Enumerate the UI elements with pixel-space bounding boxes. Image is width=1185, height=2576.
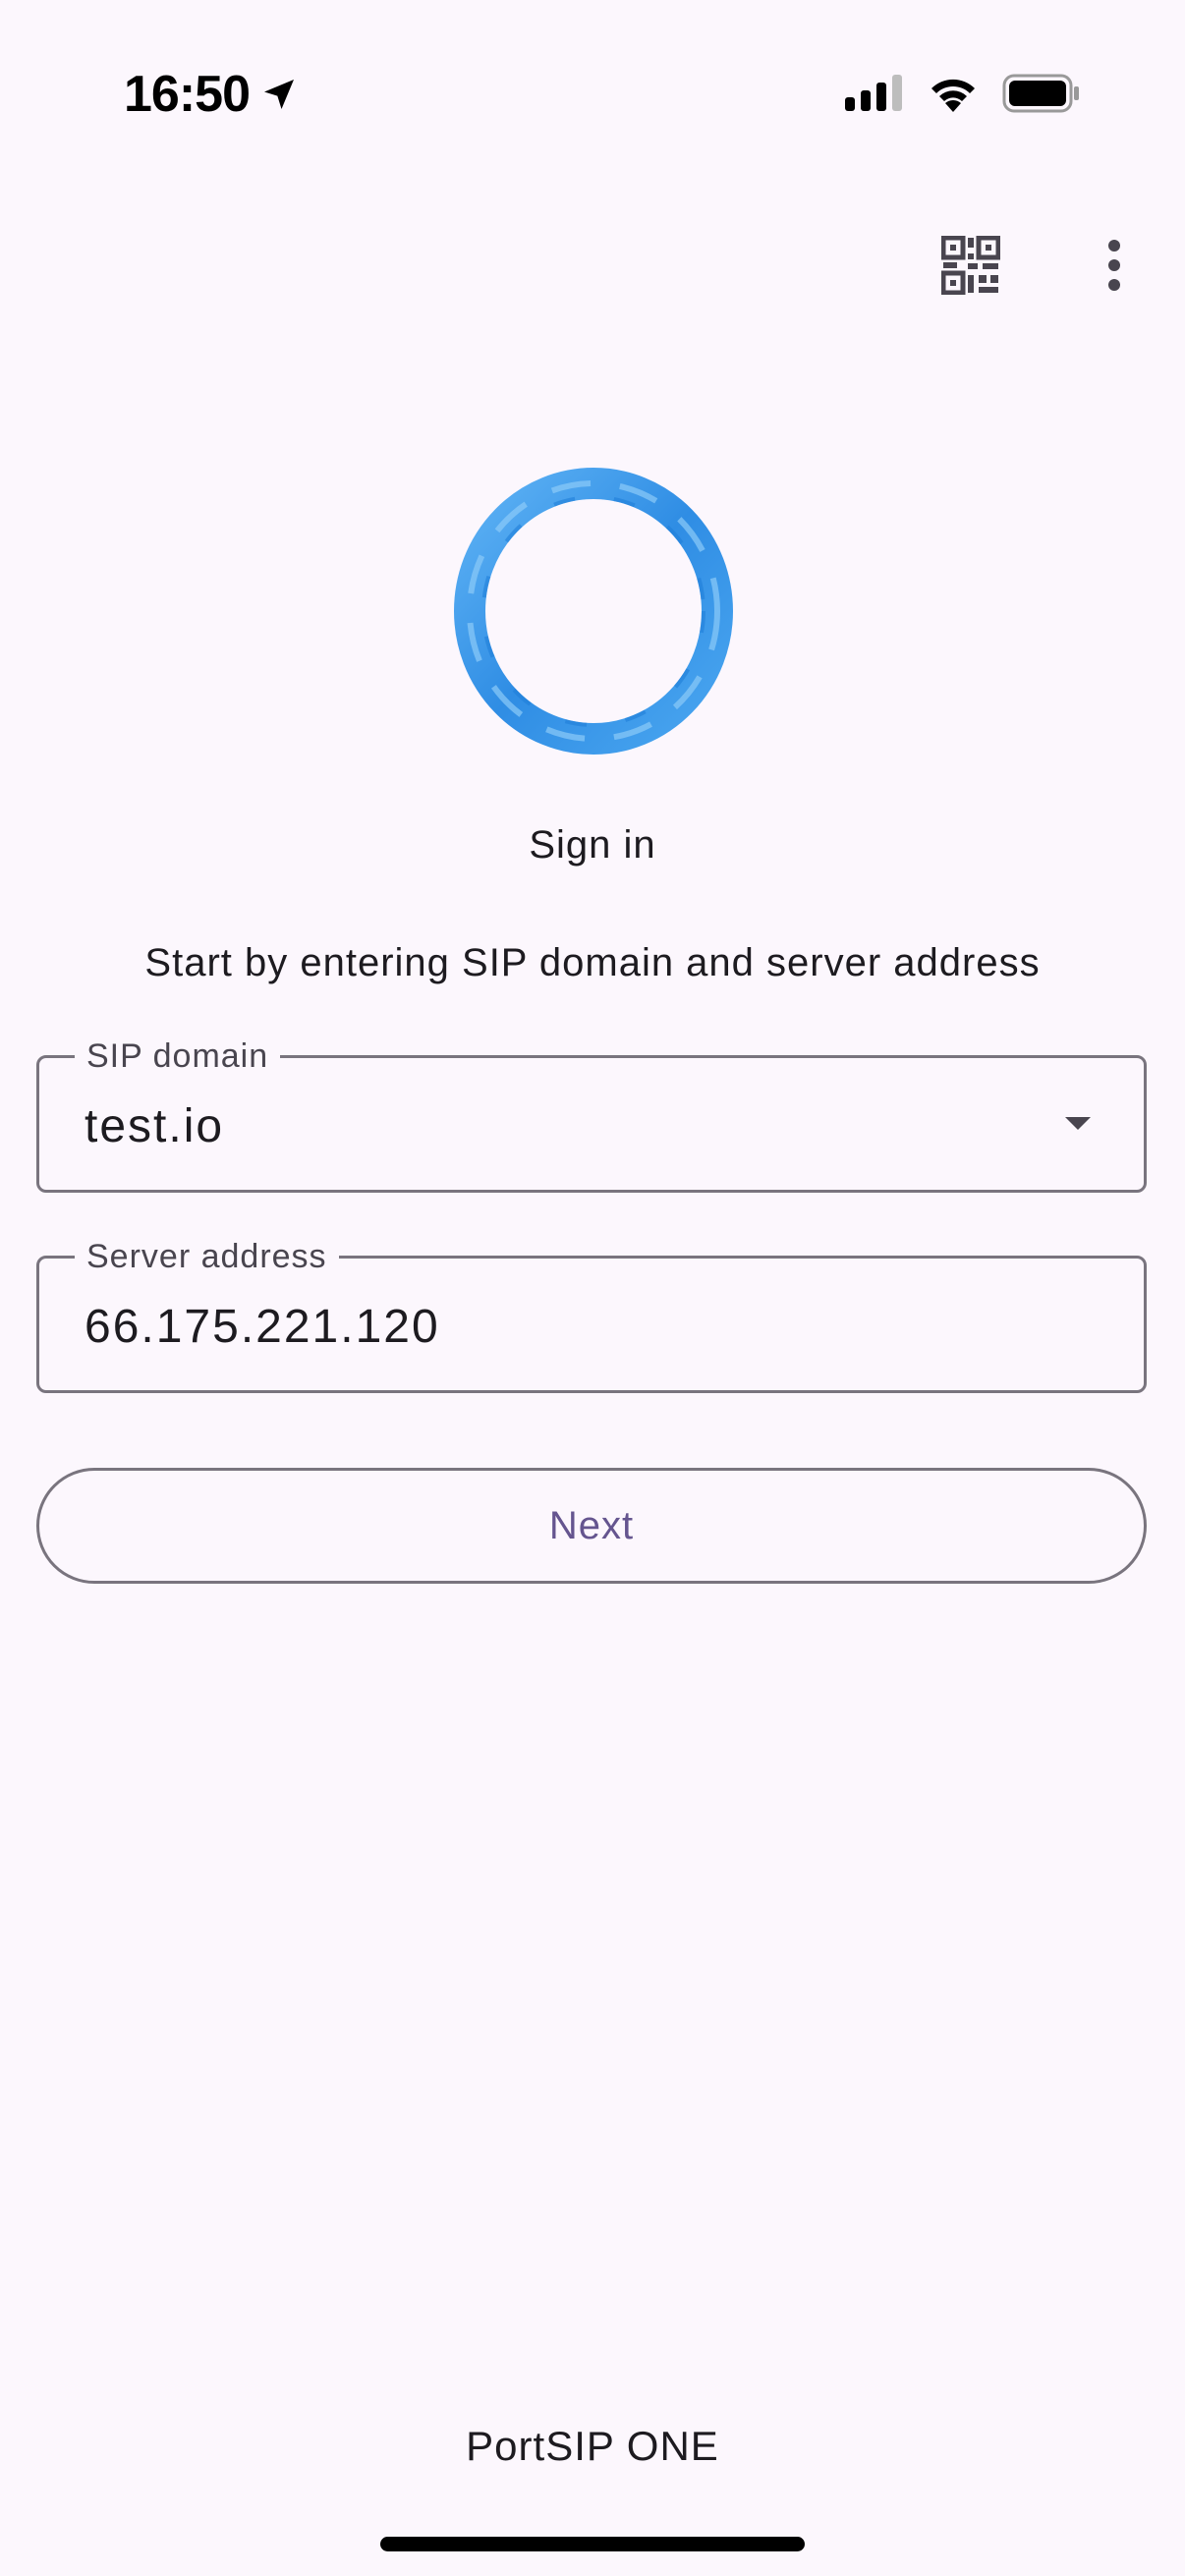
sip-domain-value: test.io — [85, 1100, 225, 1152]
qr-scan-button[interactable] — [931, 226, 1010, 305]
qr-code-icon — [941, 236, 1000, 295]
sign-in-screen: 16:50 Sign in Start by entering SIP doma… — [0, 0, 1185, 2576]
portsip-ring-logo — [454, 468, 733, 755]
more-options-button[interactable] — [1075, 226, 1154, 305]
page-subtitle: Start by entering SIP domain and server … — [144, 941, 1041, 984]
page-title: Sign in — [529, 823, 656, 867]
battery-icon — [1002, 74, 1079, 113]
more-vertical-icon — [1108, 240, 1120, 291]
sip-domain-label: SIP domain — [75, 1033, 281, 1080]
server-address-label: Server address — [75, 1233, 339, 1280]
status-time: 16:50 — [124, 65, 299, 124]
cellular-signal-icon — [845, 75, 902, 111]
next-button[interactable]: Next — [36, 1468, 1147, 1584]
location-arrow-icon — [264, 80, 294, 109]
status-icons — [843, 73, 1081, 114]
server-address-value: 66.175.221.120 — [85, 1301, 440, 1353]
dropdown-arrow-icon — [1065, 1117, 1091, 1130]
server-address-field[interactable]: Server address 66.175.221.120 — [36, 1233, 1147, 1393]
sip-domain-dropdown[interactable]: SIP domain test.io — [36, 1033, 1147, 1193]
wifi-icon — [931, 79, 975, 112]
next-button-label: Next — [548, 1503, 635, 1547]
app-name-footer: PortSIP ONE — [466, 2423, 719, 2469]
status-time-text: 16:50 — [124, 66, 251, 123]
home-indicator[interactable] — [380, 2537, 805, 2551]
